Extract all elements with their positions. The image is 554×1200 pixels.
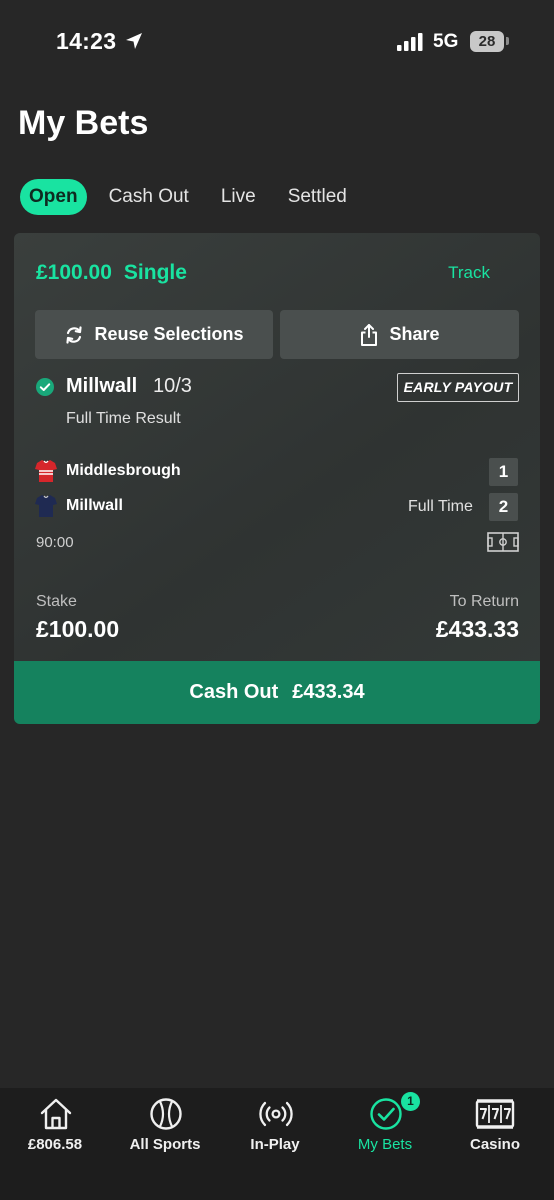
ball-icon [150,1098,182,1130]
check-circle-icon [36,378,54,396]
bottom-navigation: £806.58 All Sports In-Play 1 My Bets Cas… [0,1088,554,1200]
selection-name: Millwall [66,375,138,397]
share-icon [361,323,378,346]
status-time: 14:23 [56,28,117,54]
track-link[interactable]: Track [448,263,490,283]
home-team-kit-icon [35,460,57,482]
slot-machine-icon [475,1099,515,1129]
location-arrow-icon [126,33,142,49]
check-circle-icon [370,1098,402,1130]
my-bets-count-badge: 1 [401,1092,420,1111]
cash-out-button[interactable]: Cash Out £433.34 [14,661,540,724]
nav-item-my-bets[interactable]: 1 My Bets [330,1088,440,1168]
away-team-score: 2 [489,493,518,521]
nav-label-my-bets: My Bets [357,1136,413,1153]
bet-type: Single [123,261,187,284]
battery-tip [506,37,509,45]
away-team-name: Millwall [66,497,123,514]
cash-out-value: £433.34 [292,681,365,703]
share-button[interactable]: Share [280,310,519,359]
refresh-icon [66,325,83,344]
market-name: Full Time Result [66,410,181,427]
reuse-selections-button[interactable]: Reuse Selections [35,310,273,359]
nav-item-in-play[interactable]: In-Play [220,1088,330,1168]
nav-label-balance: £806.58 [27,1136,83,1153]
tab-open[interactable]: Open [20,179,87,215]
bet-stake-amount: £100.00 [36,261,112,284]
to-return-label: To Return [449,593,519,610]
pitch-icon[interactable] [487,532,519,552]
cash-out-label: Cash Out [189,681,279,703]
nav-label-all-sports: All Sports [129,1136,201,1153]
nav-item-all-sports[interactable]: All Sports [110,1088,220,1168]
home-icon [40,1098,72,1130]
reuse-selections-label: Reuse Selections [94,324,244,344]
nav-item-casino[interactable]: Casino [440,1088,550,1168]
stake-value: £100.00 [36,616,120,642]
share-label: Share [389,324,440,344]
broadcast-icon [259,1101,293,1127]
selection-odds: 10/3 [153,375,192,397]
stake-label: Stake [36,593,77,610]
bet-title: £100.00 Single [36,261,187,285]
home-team-name: Middlesbrough [66,462,181,479]
tab-settled[interactable]: Settled [288,179,347,215]
battery-icon: 28 [470,31,504,52]
tab-cash-out[interactable]: Cash Out [109,179,189,215]
home-team-score: 1 [489,458,518,486]
status-bar: 14:23 5G 28 [0,0,554,84]
network-type: 5G [433,31,459,52]
match-status: Full Time [408,498,473,515]
tab-live[interactable]: Live [221,179,256,215]
bet-card: £100.00 Single Track Reuse Selections Sha… [14,233,540,724]
nav-item-balance[interactable]: £806.58 [0,1088,110,1168]
bet-filter-tabs: Open Cash Out Live Settled [20,179,379,215]
cellular-signal-icon [397,33,423,51]
match-clock: 90:00 [36,534,74,551]
away-team-kit-icon [35,495,57,517]
page-title: My Bets [18,104,149,142]
to-return-value: £433.33 [435,616,519,642]
nav-label-in-play: In-Play [250,1136,300,1153]
early-payout-badge: EARLY PAYOUT [397,373,519,402]
nav-label-casino: Casino [469,1136,520,1153]
